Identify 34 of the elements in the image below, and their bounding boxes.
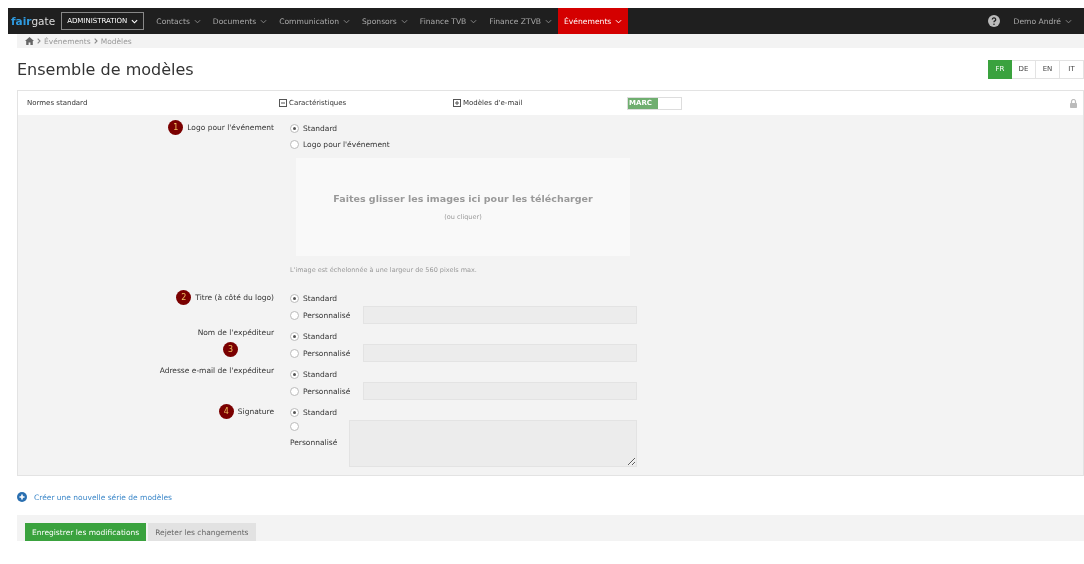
caret-icon [400,18,408,24]
step-badge: 3 [223,342,238,357]
step-badge: 2 [176,290,192,305]
caret-icon [193,18,201,24]
caret-icon [1065,18,1072,24]
caret-icon [131,18,139,24]
radio-button[interactable] [290,139,299,149]
chevron-icon [37,38,41,44]
radio-button[interactable] [290,407,299,417]
app-logo[interactable]: fairgate [8,15,62,27]
expand-icon [453,99,461,107]
caret-icon [545,18,553,24]
radio-button[interactable] [290,369,299,379]
home-icon[interactable] [25,37,34,45]
caret-icon [343,18,351,24]
caret-icon [470,18,478,24]
radio-button[interactable] [290,293,299,303]
dropzone-text: Faites glisser les images ici pour les télécharger [333,193,593,204]
step-badge: 1 [168,120,184,135]
collapse-icon [279,99,287,107]
step-badge: 4 [218,404,234,419]
radio-button[interactable] [290,422,299,431]
help-icon[interactable] [987,15,1000,27]
radio-button[interactable] [290,123,299,133]
page-title: Ensemble de modèles [17,59,194,79]
caret-icon [260,18,268,24]
radio-button[interactable] [290,310,299,320]
add-icon[interactable] [17,492,27,502]
radio-button[interactable] [290,386,299,396]
radio-button[interactable] [290,348,299,358]
chevron-icon [93,38,98,44]
text-area[interactable] [349,420,637,467]
caret-icon [615,18,623,24]
radio-button[interactable] [290,331,299,341]
